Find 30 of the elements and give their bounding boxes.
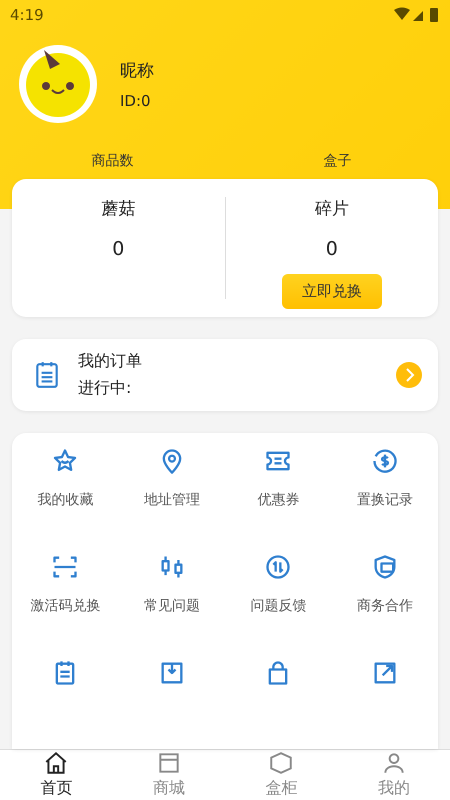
balance-value: 0 xyxy=(326,238,338,260)
clipboard-icon xyxy=(34,360,60,389)
swap-circle-icon xyxy=(264,552,292,581)
arrow-circle-icon[interactable] xyxy=(396,362,422,388)
stat-label: 盒子 xyxy=(322,152,352,170)
nav-tab[interactable]: 首页 xyxy=(0,750,112,800)
nav-tab[interactable]: 我的 xyxy=(338,750,450,800)
balance-value: 0 xyxy=(112,238,124,260)
balance-label: 碎片 xyxy=(314,198,349,220)
menu-item[interactable]: 商务合作 xyxy=(356,596,413,615)
orders-title: 我的订单 xyxy=(78,350,143,372)
menu-item[interactable]: 置换记录 xyxy=(356,490,413,509)
stat-label: 商品数 xyxy=(90,152,134,170)
menu-item[interactable]: 优惠券 xyxy=(257,490,300,509)
orders-status: 进行中: xyxy=(78,378,132,399)
menu-item[interactable]: 常见问题 xyxy=(144,596,200,615)
nickname: 昵称 xyxy=(120,60,154,82)
orders-card[interactable]: 我的订单 进行中: xyxy=(12,338,438,411)
menu-item[interactable]: 我的收藏 xyxy=(37,490,94,509)
menu-item[interactable]: 地址管理 xyxy=(144,490,200,509)
balance-label: 蘑菇 xyxy=(101,198,136,220)
menu-item[interactable]: 问题反馈 xyxy=(250,596,306,615)
nav-tab[interactable]: 盒柜 xyxy=(225,750,338,800)
exchange-button[interactable]: 立即兑换 xyxy=(282,274,382,309)
nav-tab[interactable]: 商城 xyxy=(112,750,225,800)
status-icons-drawing xyxy=(394,7,440,23)
status-time: 4:19 xyxy=(10,6,44,24)
user-id: ID:0 xyxy=(120,92,152,110)
dollar-circle-icon xyxy=(370,446,399,475)
menu-item[interactable]: 激活码兑换 xyxy=(30,596,100,615)
